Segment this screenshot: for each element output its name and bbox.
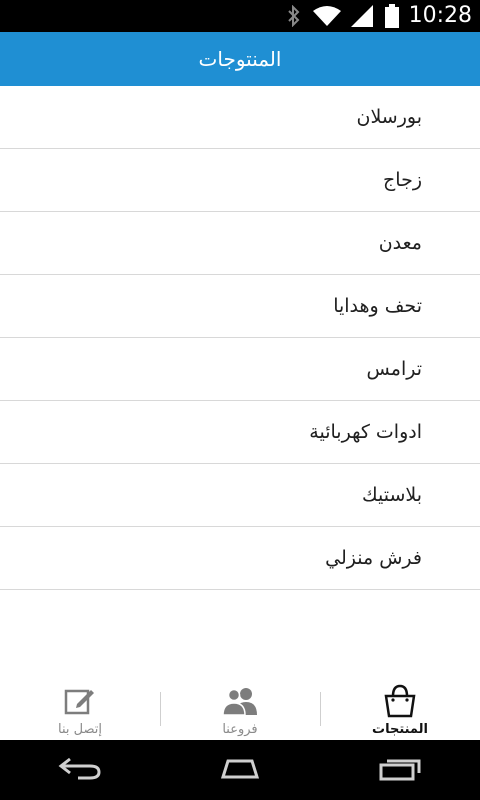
bottom-tab-bar: إتصل بنا فروعنا المنتجات — [0, 672, 480, 740]
list-item-metal[interactable]: معدن — [0, 212, 480, 275]
edit-icon — [63, 684, 97, 718]
list-item-label: بلاستيك — [361, 484, 422, 506]
list-item-glass[interactable]: زجاج — [0, 149, 480, 212]
tab-divider — [320, 692, 321, 726]
recent-apps-button[interactable] — [355, 740, 445, 800]
bluetooth-icon — [287, 5, 301, 27]
tab-divider — [160, 692, 161, 726]
product-list: بورسلان زجاج معدن تحف وهدايا ترامس ادوات… — [0, 86, 480, 590]
people-icon — [221, 684, 259, 718]
battery-icon — [384, 4, 399, 28]
tab-contact-label: إتصل بنا — [58, 722, 102, 737]
list-item-label: بورسلان — [356, 106, 423, 128]
list-item-label: زجاج — [383, 169, 422, 191]
list-item-label: معدن — [378, 232, 422, 254]
tab-products[interactable]: المنتجات — [320, 672, 480, 740]
status-time: 10:28 — [408, 3, 472, 28]
navigation-bar — [0, 740, 480, 800]
page-title: المنتوجات — [198, 47, 282, 71]
list-item-label: فرش منزلي — [325, 547, 422, 569]
signal-icon — [350, 5, 373, 27]
status-icons: 10:28 — [287, 0, 480, 32]
tab-contact[interactable]: إتصل بنا — [0, 672, 160, 740]
wifi-icon — [312, 5, 341, 27]
list-item-label: ادوات كهربائية — [309, 421, 422, 443]
home-button[interactable] — [195, 740, 285, 800]
list-item-label: تحف وهدايا — [333, 295, 422, 317]
list-item-label: ترامس — [366, 358, 422, 380]
status-bar: 10:28 — [0, 0, 480, 32]
tab-branches-label: فروعنا — [222, 722, 258, 737]
tab-products-label: المنتجات — [372, 722, 428, 737]
list-item-electrical[interactable]: ادوات كهربائية — [0, 401, 480, 464]
back-icon — [58, 756, 102, 784]
tab-branches[interactable]: فروعنا — [160, 672, 320, 740]
app-bar: المنتوجات — [0, 32, 480, 86]
back-button[interactable] — [35, 740, 125, 800]
list-item-gifts[interactable]: تحف وهدايا — [0, 275, 480, 338]
list-item-thermos[interactable]: ترامس — [0, 338, 480, 401]
recent-apps-icon — [377, 755, 423, 785]
home-icon — [215, 756, 265, 784]
list-item-porcelain[interactable]: بورسلان — [0, 86, 480, 149]
list-item-plastic[interactable]: بلاستيك — [0, 464, 480, 527]
shopping-bag-icon — [383, 684, 417, 718]
list-item-furnishing[interactable]: فرش منزلي — [0, 527, 480, 590]
